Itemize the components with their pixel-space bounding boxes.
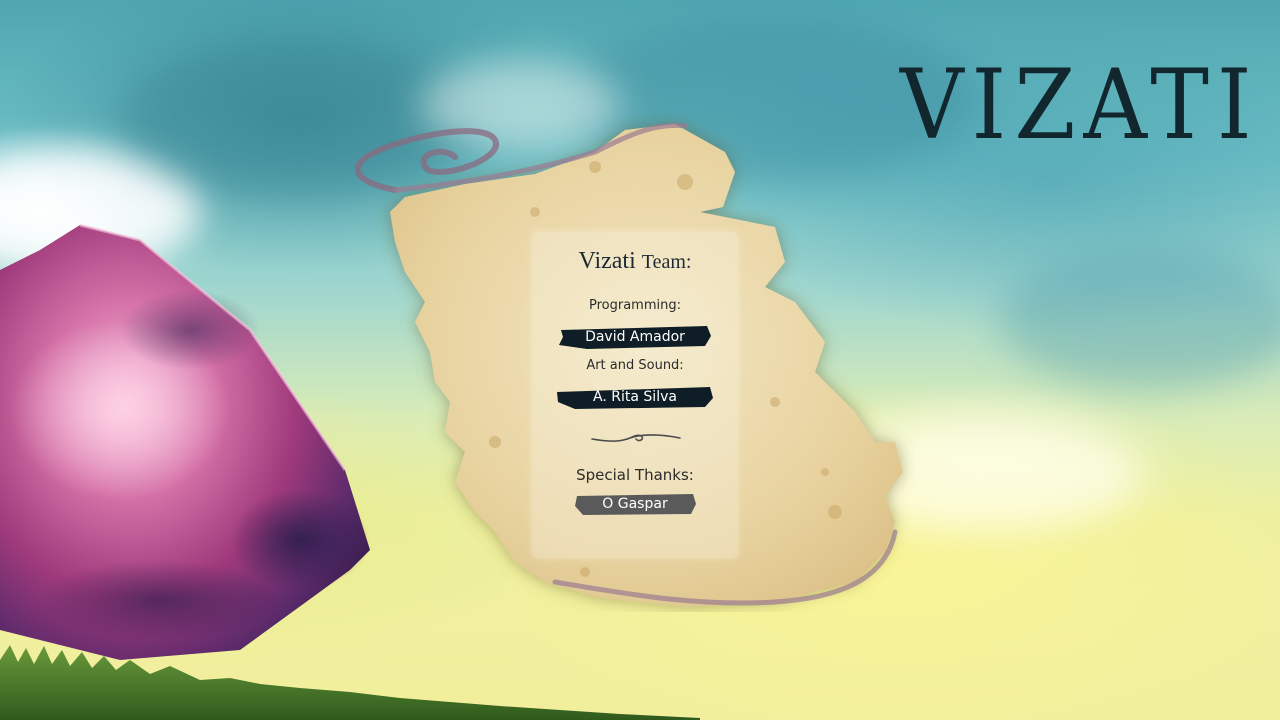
cloud <box>1000 250 1280 390</box>
programming-name-tag: David Amador <box>557 324 713 350</box>
special-thanks-name-tag: O Gaspar <box>573 492 697 516</box>
programming-name: David Amador <box>585 329 685 345</box>
game-logo-text: VIZATI <box>900 48 1260 162</box>
gem-crystal-image <box>0 223 370 660</box>
programming-label: Programming: <box>589 298 681 313</box>
grass-ground-image <box>0 645 700 720</box>
credits-screen-background: Vizati Team: Programming: David Amador A… <box>0 0 1280 720</box>
special-thanks-name: O Gaspar <box>602 496 668 512</box>
special-thanks-label: Special Thanks: <box>576 466 694 484</box>
ornament-flourish-icon <box>591 434 681 442</box>
credits-title-main: Vizati <box>578 248 636 274</box>
art-sound-label: Art and Sound: <box>586 358 684 373</box>
game-logo: VIZATI <box>900 48 1260 198</box>
credits-panel: Vizati Team: Programming: David Amador A… <box>532 232 738 558</box>
art-sound-name: A. Rita Silva <box>593 389 677 405</box>
credits-title: Vizati Team: <box>532 248 738 275</box>
credits-title-suffix: Team: <box>641 251 692 273</box>
art-sound-name-tag: A. Rita Silva <box>555 384 715 410</box>
